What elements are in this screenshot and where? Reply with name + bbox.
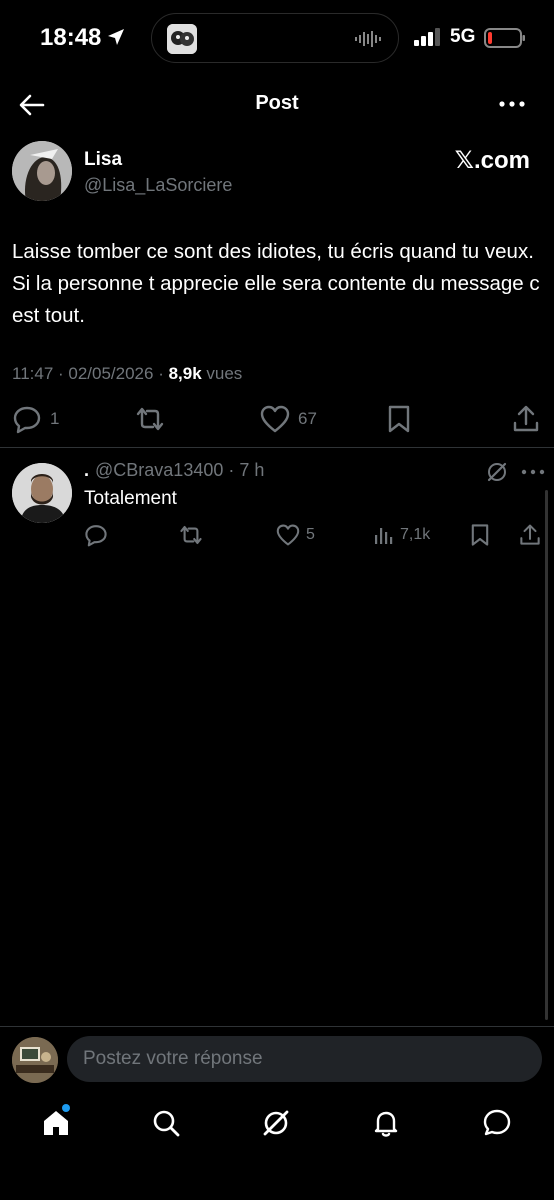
post-text: Laisse tomber ce sont des idiotes, tu éc…: [12, 240, 540, 327]
grok-icon: [263, 1110, 289, 1136]
page-title: Post: [255, 92, 299, 114]
notifications-icon: [374, 1111, 398, 1137]
reply-views-count: 7,1k: [400, 526, 431, 543]
reply-reply-button[interactable]: [84, 520, 108, 550]
bookmark-icon: [471, 524, 489, 546]
location-arrow-icon: [108, 29, 124, 45]
more-dots-icon: [499, 101, 525, 107]
search-icon: [153, 1110, 180, 1137]
network-type: 5G: [450, 26, 476, 47]
nav-notifications[interactable]: [369, 1106, 403, 1140]
nav-search[interactable]: [149, 1106, 183, 1140]
status-bar: 18:48 5G: [0, 0, 554, 76]
cellular-signal-icon: [414, 28, 440, 46]
post-header: Post: [0, 80, 554, 130]
views-label: vues: [201, 364, 243, 383]
audio-waveform-icon: [355, 31, 381, 47]
reply-views-button[interactable]: 7,1k: [374, 520, 430, 550]
reply-input[interactable]: Postez votre réponse: [67, 1036, 542, 1082]
x-brand-logo: 𝕏.com: [454, 147, 530, 174]
author-handle[interactable]: @Lisa_LaSorciere: [84, 175, 232, 196]
share-icon: [520, 524, 540, 545]
reply-icon: [85, 525, 107, 547]
reply-actions: 5 7,1k: [0, 520, 554, 550]
repost-button[interactable]: [134, 402, 166, 436]
share-button[interactable]: [512, 402, 540, 436]
reply-button[interactable]: 1: [12, 402, 59, 436]
reply-avatar[interactable]: [12, 463, 72, 523]
scrollbar[interactable]: [545, 490, 548, 1020]
post-timestamp: 11:47 · 02/05/2026 ·: [12, 364, 169, 383]
heart-icon: [260, 405, 290, 433]
bookmark-icon: [388, 405, 410, 433]
reply-count: 1: [50, 409, 60, 428]
reply-icon: [13, 406, 41, 434]
repost-icon: [136, 407, 164, 431]
reply-text: Totalement: [84, 488, 177, 509]
repost-icon: [180, 525, 202, 545]
dynamic-island[interactable]: [151, 13, 399, 63]
like-count: 67: [298, 409, 317, 428]
heart-icon: [276, 524, 300, 546]
reply-bookmark-button[interactable]: [469, 520, 491, 550]
status-time: 18:48: [40, 24, 102, 51]
views-chart-icon: [375, 528, 393, 544]
reply-like-count: 5: [306, 526, 315, 543]
user-avatar[interactable]: [12, 1037, 58, 1083]
home-icon: [44, 1111, 68, 1135]
author-avatar[interactable]: [12, 141, 72, 201]
like-button[interactable]: 67: [260, 402, 317, 436]
reply-author-name[interactable]: .: [84, 460, 89, 480]
nav-messages[interactable]: [480, 1106, 514, 1140]
now-playing-artwork: [167, 24, 197, 54]
battery-icon: [484, 28, 525, 48]
views-count[interactable]: 8,9k: [169, 364, 202, 383]
nav-grok[interactable]: [259, 1106, 293, 1140]
more-options-button[interactable]: [496, 92, 528, 116]
post-meta: 11:47 · 02/05/2026 · 8,9k vues: [12, 364, 242, 384]
grok-icon[interactable]: [486, 461, 508, 483]
reply-share-button[interactable]: [519, 520, 541, 550]
reply-header[interactable]: . @CBrava13400 · 7 h: [84, 460, 264, 481]
divider: [0, 447, 554, 448]
reply-like-button[interactable]: 5: [276, 520, 315, 550]
reply-handle-time: @CBrava13400 · 7 h: [95, 460, 265, 480]
reply-repost-button[interactable]: [178, 520, 204, 550]
messages-icon: [483, 1109, 511, 1136]
share-icon: [513, 405, 539, 432]
bottom-nav: [0, 1100, 554, 1150]
reply-more-icon[interactable]: [520, 462, 546, 482]
author-name[interactable]: Lisa: [84, 149, 122, 171]
home-unread-dot: [62, 1104, 70, 1112]
bookmark-button[interactable]: [386, 402, 412, 436]
post-actions: 1 67: [0, 402, 554, 436]
